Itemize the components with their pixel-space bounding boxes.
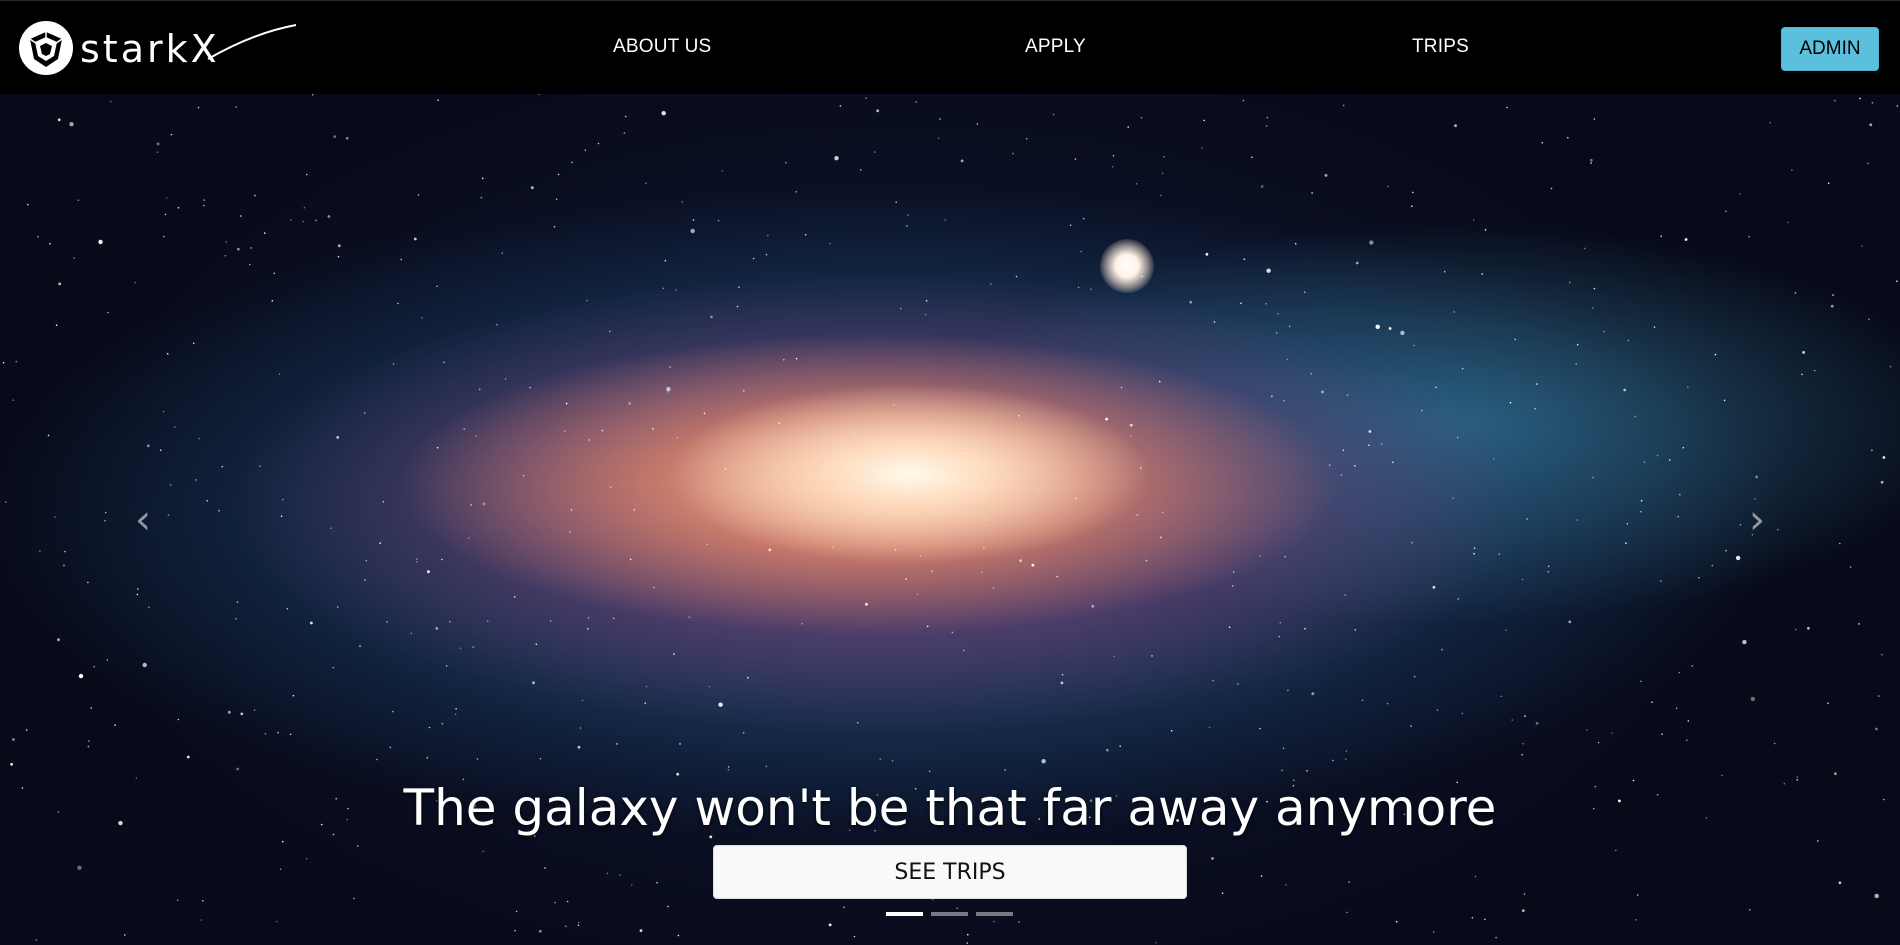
carousel-indicator[interactable] bbox=[976, 912, 1013, 916]
nav-trips[interactable]: TRIPS bbox=[1412, 36, 1469, 58]
carousel-indicators bbox=[886, 912, 1021, 916]
chevron-left-icon: ‹ bbox=[135, 497, 151, 543]
hero-carousel: ‹ › The galaxy won't be that far away an… bbox=[0, 94, 1900, 945]
carousel-indicator[interactable] bbox=[886, 912, 923, 916]
nav-apply[interactable]: APPLY bbox=[1025, 36, 1086, 58]
see-trips-button[interactable]: SEE TRIPS bbox=[713, 845, 1187, 899]
carousel-indicator[interactable] bbox=[931, 912, 968, 916]
arc-reactor-icon bbox=[19, 21, 73, 75]
admin-button[interactable]: ADMIN bbox=[1781, 27, 1879, 71]
carousel-prev-button[interactable]: ‹ bbox=[128, 500, 158, 540]
carousel-next-button[interactable]: › bbox=[1742, 500, 1772, 540]
top-navbar: starkX ABOUT US APPLY TRIPS ADMIN bbox=[0, 0, 1900, 94]
bright-star bbox=[1100, 239, 1154, 293]
nav-about-us[interactable]: ABOUT US bbox=[613, 36, 711, 58]
chevron-right-icon: › bbox=[1749, 497, 1765, 543]
logo-text: starkX bbox=[80, 27, 220, 71]
starkx-logo[interactable]: starkX bbox=[18, 19, 298, 79]
hero-caption: The galaxy won't be that far away anymor… bbox=[403, 779, 1497, 837]
